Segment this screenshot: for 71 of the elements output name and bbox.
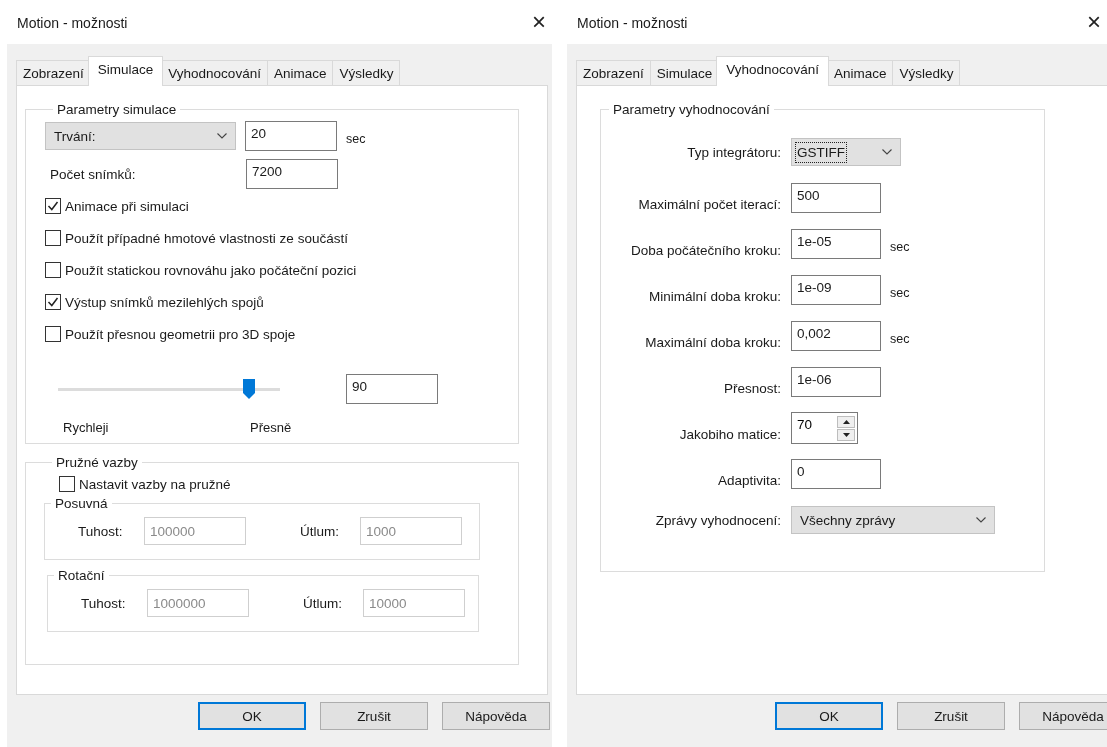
- window-title: Motion - možnosti: [17, 14, 128, 31]
- unit-label: sec: [890, 331, 910, 346]
- tab[interactable]: Zobrazení: [16, 60, 91, 86]
- checkbox-label[interactable]: Nastavit vazby na pružné: [79, 476, 231, 492]
- slider-thumb[interactable]: [241, 377, 256, 400]
- group-title: Parametry simulace: [56, 102, 178, 117]
- field-label: Útlum:: [300, 523, 340, 539]
- dropdown[interactable]: Všechny zprávy: [791, 506, 995, 534]
- checkbox[interactable]: [45, 262, 61, 278]
- tab[interactable]: Výsledky: [892, 60, 961, 86]
- close-button[interactable]: ×: [1087, 10, 1101, 34]
- text-field[interactable]: 0,002: [791, 321, 881, 351]
- text-field[interactable]: 7200: [246, 159, 338, 189]
- tab[interactable]: Zobrazení: [576, 60, 651, 86]
- check-icon: [47, 296, 59, 308]
- checkbox-label[interactable]: Animace při simulaci: [65, 198, 189, 214]
- dialog-button[interactable]: OK: [775, 702, 883, 730]
- field-label: Adaptivita:: [716, 471, 782, 488]
- tab[interactable]: Simulace: [87, 56, 164, 86]
- field-label: Typ integrátoru:: [686, 144, 782, 160]
- field-label: Maximální doba kroku:: [644, 333, 782, 350]
- checkbox[interactable]: [59, 476, 75, 492]
- field-label: Jakobiho matice:: [678, 425, 782, 442]
- chevron-icon: [217, 133, 227, 139]
- text-field[interactable]: 1e-09: [791, 275, 881, 305]
- checkbox-label[interactable]: Použít statickou rovnováhu jako počáteční pozici: [65, 262, 357, 278]
- checkbox[interactable]: [45, 294, 61, 310]
- field-label: Tuhost:: [81, 595, 127, 611]
- text-field[interactable]: 90: [346, 374, 438, 404]
- dialog-button[interactable]: Nápověda: [1019, 702, 1107, 730]
- tab[interactable]: Vyhodnocování: [716, 56, 829, 86]
- checkbox[interactable]: [45, 230, 61, 246]
- field-label: Počet snímků:: [49, 166, 137, 182]
- check-icon: [47, 200, 59, 212]
- text-field[interactable]: 20: [245, 121, 337, 151]
- dialog-button[interactable]: Nápověda: [442, 702, 550, 730]
- dropdown[interactable]: GSTIFF: [791, 138, 901, 166]
- window-title: Motion - možnosti: [577, 14, 688, 31]
- dialog-button[interactable]: Zrušit: [320, 702, 428, 730]
- text-field[interactable]: 0: [791, 459, 881, 489]
- unit-label: sec: [890, 239, 910, 254]
- chevron-icon: [976, 517, 986, 523]
- checkbox[interactable]: [45, 326, 61, 342]
- field-label: Maximální počet iterací:: [637, 195, 782, 212]
- text-field[interactable]: 500: [791, 183, 881, 213]
- field-label: Přesnost:: [722, 379, 782, 396]
- checkbox-label[interactable]: Použít přesnou geometrii pro 3D spoje: [65, 326, 296, 342]
- group-title: Pružné vazby: [55, 455, 139, 470]
- chevron-icon: [882, 149, 892, 155]
- unit-label: sec: [346, 131, 366, 146]
- unit-label: sec: [890, 285, 910, 300]
- checkbox-label[interactable]: Použít případné hmotové vlastnosti ze součástí: [65, 230, 348, 246]
- field-label: Zprávy vyhodnocení:: [654, 512, 782, 528]
- group-title: Parametry vyhodnocování: [612, 102, 771, 117]
- close-button[interactable]: ×: [532, 10, 546, 34]
- field-label: Minimální doba kroku:: [647, 287, 782, 304]
- dropdown[interactable]: Trvání:: [45, 122, 236, 150]
- checkbox[interactable]: [45, 198, 61, 214]
- slider-label: Rychleji: [63, 420, 110, 435]
- tab[interactable]: Výsledky: [332, 60, 401, 86]
- slider-label: Přesně: [250, 420, 292, 435]
- group-title: Posuvná: [54, 496, 109, 511]
- text-field[interactable]: 1e-06: [791, 367, 881, 397]
- text-field[interactable]: 1e-05: [791, 229, 881, 259]
- checkbox-label[interactable]: Výstup snímků mezilehlých spojů: [65, 294, 264, 310]
- group-title: Rotační: [57, 568, 106, 583]
- field-label: Tuhost:: [78, 523, 124, 539]
- dialog-button[interactable]: Zrušit: [897, 702, 1005, 730]
- dialog-button[interactable]: OK: [198, 702, 306, 730]
- field-label: Útlum:: [303, 595, 343, 611]
- field-label: Doba počátečního kroku:: [629, 241, 782, 258]
